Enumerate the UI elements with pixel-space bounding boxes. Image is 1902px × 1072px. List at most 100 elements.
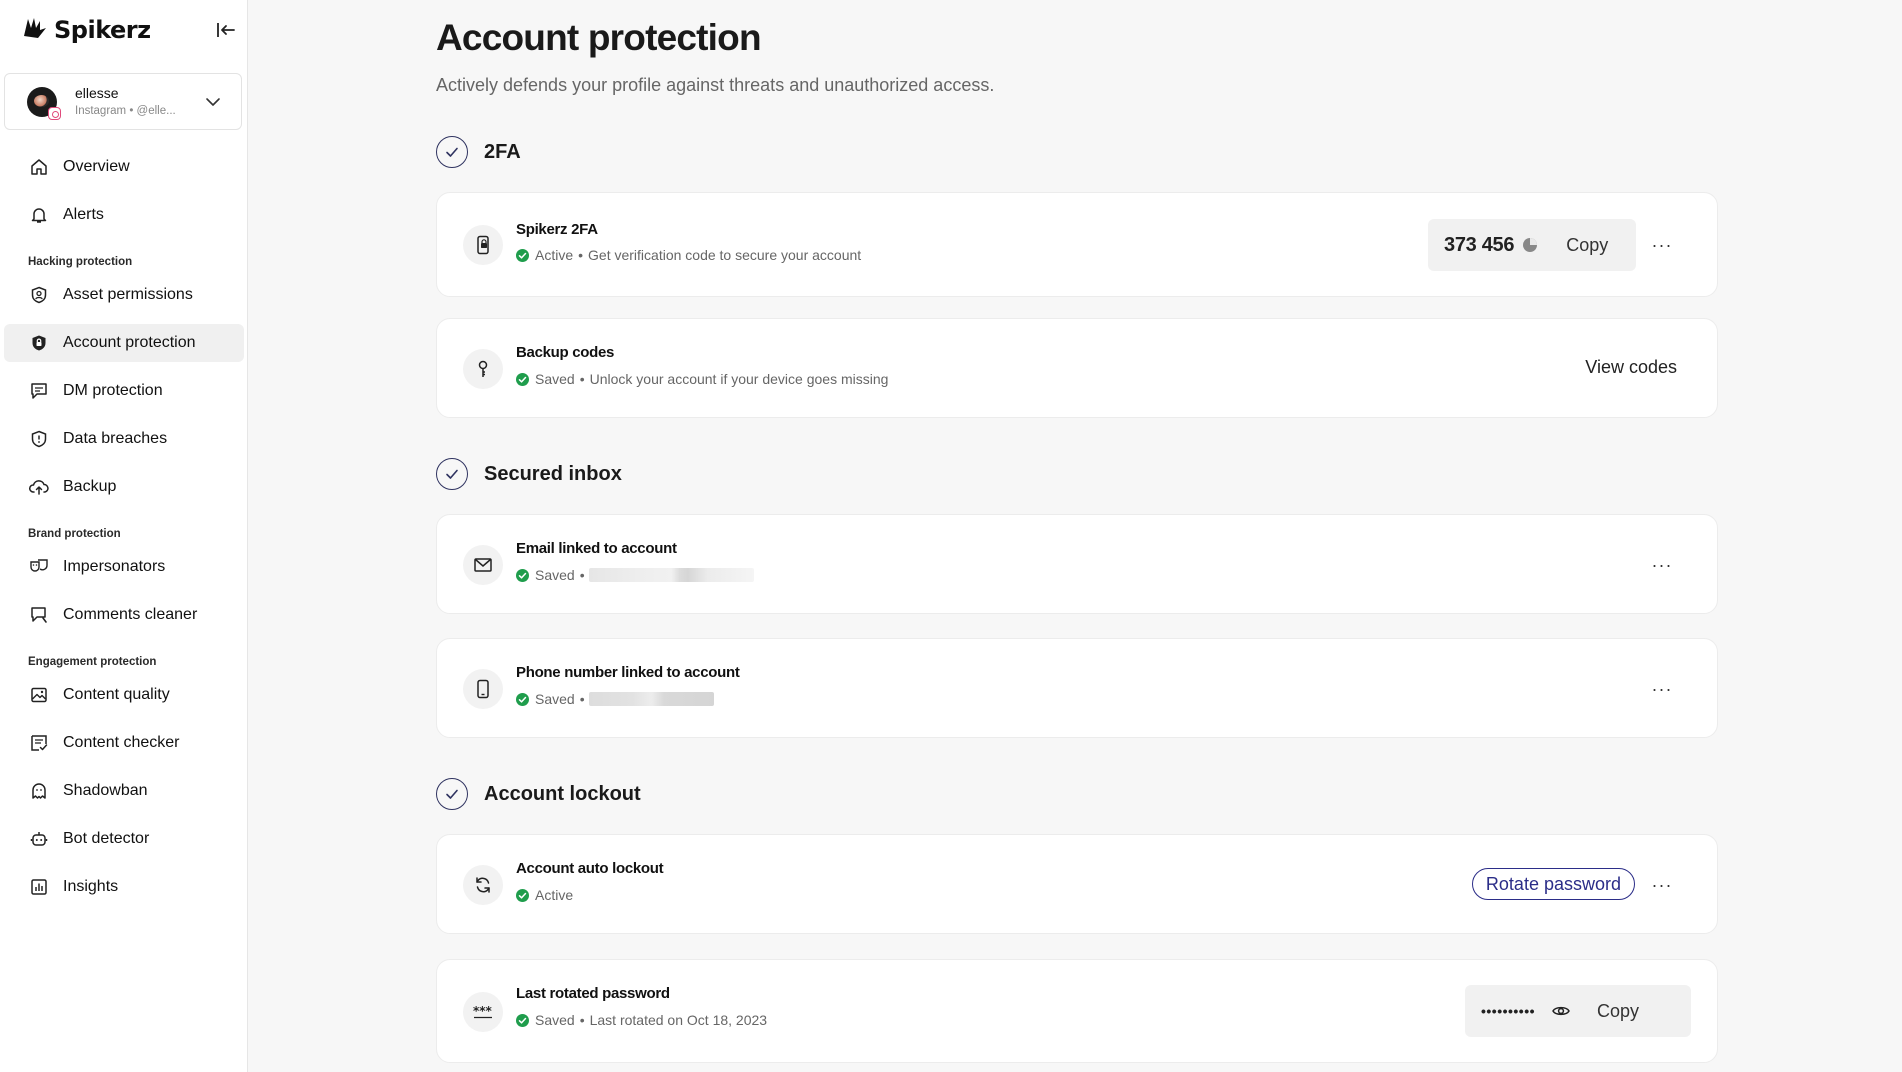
sidebar-item-asset-permissions[interactable]: Asset permissions bbox=[4, 276, 244, 314]
ghost-icon bbox=[29, 781, 49, 801]
status-description: Unlock your account if your device goes … bbox=[589, 371, 889, 387]
check-badge-icon bbox=[516, 1013, 529, 1027]
sidebar: Spikerz ellesse Instagram • @elle... Ove… bbox=[0, 0, 248, 1072]
status-description: Last rotated on Oct 18, 2023 bbox=[589, 1012, 768, 1028]
section-title: Secured inbox bbox=[484, 462, 622, 485]
checklist-icon bbox=[29, 733, 49, 753]
card-title: Phone number linked to account bbox=[516, 664, 740, 681]
smartphone-icon bbox=[463, 669, 503, 709]
sidebar-item-dm-protection[interactable]: DM protection bbox=[4, 372, 244, 410]
rotate-password-button[interactable]: Rotate password bbox=[1471, 868, 1635, 900]
image-icon bbox=[29, 685, 49, 705]
card-title: Spikerz 2FA bbox=[516, 221, 598, 238]
page-title: Account protection bbox=[436, 17, 762, 58]
sidebar-item-impersonators[interactable]: Impersonators bbox=[4, 548, 244, 586]
card-title: Last rotated password bbox=[516, 985, 670, 1002]
password-icon: *** bbox=[463, 992, 503, 1032]
section-title: 2FA bbox=[484, 140, 521, 163]
card-status: Active bbox=[516, 887, 573, 903]
eye-icon[interactable] bbox=[1551, 1001, 1571, 1021]
check-badge-icon bbox=[516, 888, 529, 902]
account-subtitle: Instagram • @elle... bbox=[75, 104, 176, 117]
svg-text:***: *** bbox=[473, 1005, 493, 1018]
redacted-email bbox=[588, 568, 754, 582]
check-circle-icon bbox=[436, 778, 468, 810]
account-switcher[interactable]: ellesse Instagram • @elle... bbox=[4, 73, 242, 130]
masked-password: •••••••••• bbox=[1481, 1003, 1536, 1019]
more-icon: ··· bbox=[1651, 235, 1673, 255]
sidebar-item-insights[interactable]: Insights bbox=[4, 868, 244, 906]
nav-section-hacking: Hacking protection bbox=[28, 256, 133, 268]
sidebar-item-content-quality[interactable]: Content quality bbox=[4, 676, 244, 714]
sidebar-item-label: Asset permissions bbox=[63, 286, 193, 303]
shield-alert-icon bbox=[29, 429, 49, 449]
instagram-icon bbox=[48, 106, 61, 120]
password-box: •••••••••• Copy bbox=[1465, 985, 1691, 1037]
section-title: Account lockout bbox=[484, 782, 641, 805]
card-status: Saved • bbox=[516, 567, 754, 583]
shield-lock-icon bbox=[29, 333, 49, 353]
status-separator: • bbox=[579, 691, 585, 707]
card-title: Backup codes bbox=[516, 344, 615, 361]
bell-icon bbox=[29, 205, 49, 225]
more-options-button[interactable]: ··· bbox=[1649, 679, 1675, 699]
more-options-button[interactable]: ··· bbox=[1649, 235, 1675, 255]
check-badge-icon bbox=[516, 372, 529, 386]
sidebar-item-shadowban[interactable]: Shadowban bbox=[4, 772, 244, 810]
status-label: Saved bbox=[535, 1012, 575, 1028]
sidebar-item-content-checker[interactable]: Content checker bbox=[4, 724, 244, 762]
chevron-down-icon bbox=[205, 94, 221, 110]
sidebar-item-comments-cleaner[interactable]: Comments cleaner bbox=[4, 596, 244, 634]
robot-icon bbox=[29, 829, 49, 849]
spikerz-2fa-card: Spikerz 2FA Active • Get verification co… bbox=[436, 192, 1718, 297]
sidebar-item-label: Content checker bbox=[63, 734, 180, 751]
collapse-sidebar-icon[interactable] bbox=[214, 18, 238, 42]
more-options-button[interactable]: ··· bbox=[1649, 875, 1675, 895]
sidebar-item-label: DM protection bbox=[63, 382, 163, 399]
more-options-button[interactable]: ··· bbox=[1649, 555, 1675, 575]
section-secured-inbox-header: Secured inbox bbox=[436, 458, 622, 490]
masks-icon bbox=[29, 557, 49, 577]
sidebar-item-label: Data breaches bbox=[63, 430, 168, 447]
redacted-phone bbox=[588, 692, 714, 706]
sidebar-item-alerts[interactable]: Alerts bbox=[4, 196, 244, 234]
message-icon bbox=[29, 381, 49, 401]
more-icon: ··· bbox=[1651, 875, 1673, 895]
check-circle-icon bbox=[436, 136, 468, 168]
status-label: Active bbox=[535, 887, 574, 903]
timer-icon bbox=[1522, 237, 1538, 253]
nav-section-engagement: Engagement protection bbox=[28, 656, 157, 668]
status-label: Saved bbox=[535, 691, 575, 707]
refresh-icon bbox=[463, 865, 503, 905]
sidebar-item-data-breaches[interactable]: Data breaches bbox=[4, 420, 244, 458]
comment-clean-icon bbox=[29, 605, 49, 625]
check-badge-icon bbox=[516, 692, 529, 706]
mail-icon bbox=[463, 545, 503, 585]
sidebar-item-bot-detector[interactable]: Bot detector bbox=[4, 820, 244, 858]
more-icon: ··· bbox=[1651, 555, 1673, 575]
auto-lockout-card: Account auto lockout Active Rotate passw… bbox=[436, 834, 1718, 934]
status-separator: • bbox=[579, 567, 585, 583]
card-title: Account auto lockout bbox=[516, 860, 664, 877]
sidebar-item-account-protection[interactable]: Account protection bbox=[4, 324, 244, 362]
section-2fa-header: 2FA bbox=[436, 136, 521, 168]
copy-code-button[interactable]: Copy bbox=[1566, 235, 1608, 256]
view-codes-button[interactable]: View codes bbox=[1585, 357, 1677, 378]
card-status: Saved • Unlock your account if your devi… bbox=[516, 371, 888, 387]
card-status: Saved • bbox=[516, 691, 714, 707]
status-label: Active bbox=[535, 247, 574, 263]
copy-password-button[interactable]: Copy bbox=[1597, 1001, 1639, 1022]
card-status: Active • Get verification code to secure… bbox=[516, 247, 861, 263]
sidebar-item-overview[interactable]: Overview bbox=[4, 148, 244, 186]
sidebar-item-label: Account protection bbox=[63, 334, 196, 351]
status-label: Saved bbox=[535, 567, 575, 583]
phone-lock-icon bbox=[463, 225, 503, 265]
status-label: Saved bbox=[535, 371, 575, 387]
status-description: Get verification code to secure your acc… bbox=[588, 247, 862, 263]
check-badge-icon bbox=[516, 568, 529, 582]
shield-user-icon bbox=[29, 285, 49, 305]
brand[interactable]: Spikerz bbox=[22, 14, 151, 46]
sidebar-item-backup[interactable]: Backup bbox=[4, 468, 244, 506]
sidebar-item-label: Overview bbox=[63, 158, 130, 175]
spikerz-logo-icon bbox=[22, 16, 48, 45]
